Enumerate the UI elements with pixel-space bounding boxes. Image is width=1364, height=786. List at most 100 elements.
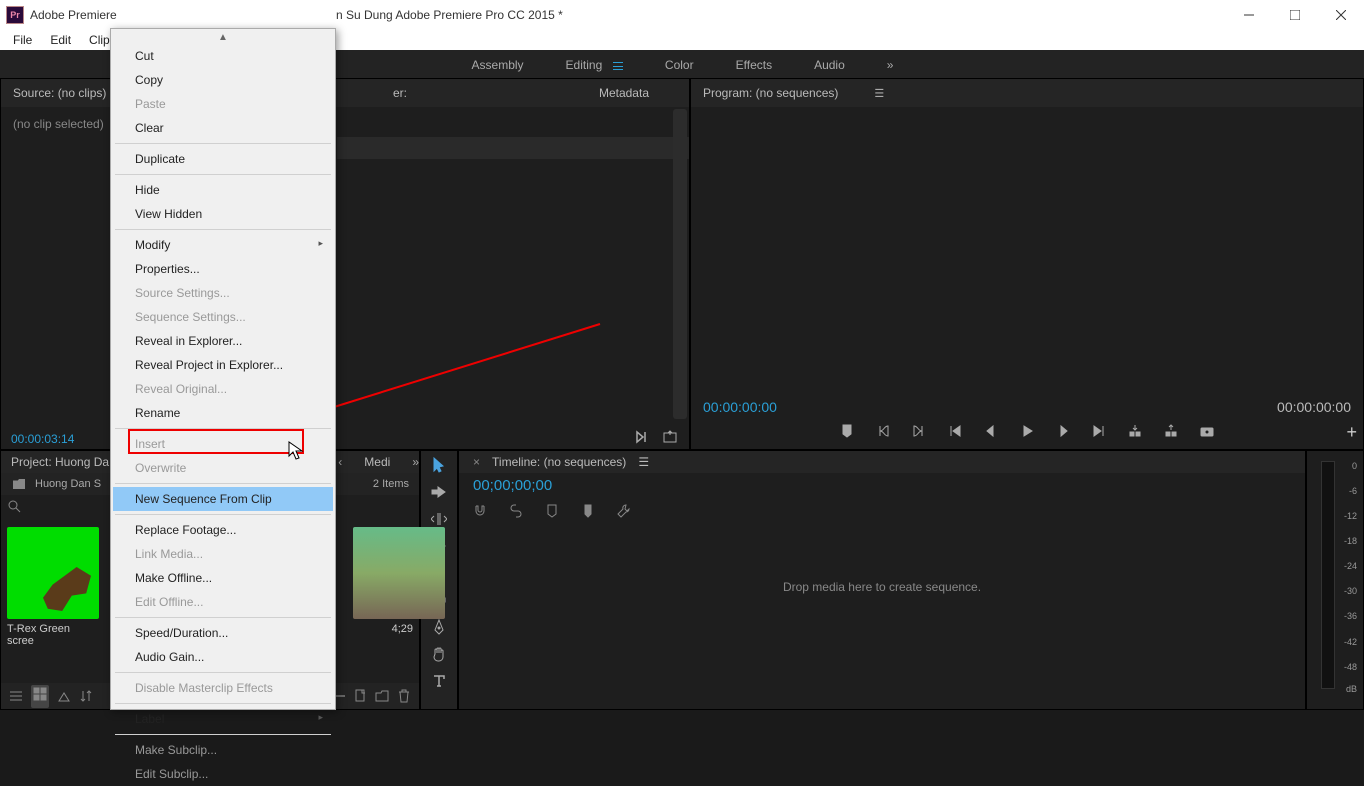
workspace-menu-icon[interactable] [613,62,623,70]
context-separator [115,672,331,673]
context-item-edit-subclip: Edit Subclip... [113,762,333,786]
menu-file[interactable]: File [4,31,41,49]
timeline-tab[interactable]: Timeline: (no sequences) [492,455,626,469]
overflow-icon[interactable]: » [412,455,419,469]
context-item-properties[interactable]: Properties... [113,257,333,281]
workspace-editing[interactable]: Editing [566,58,623,72]
context-item-modify[interactable]: Modify [113,233,333,257]
selection-tool-icon[interactable] [431,457,447,473]
audio-tick: -42 [1337,637,1357,647]
audio-tick: -12 [1337,511,1357,521]
hand-tool-icon[interactable] [431,646,447,662]
context-item-disable-masterclip-effects: Disable Masterclip Effects [113,676,333,700]
audio-tick: -6 [1337,486,1357,496]
workspace-audio[interactable]: Audio [814,58,845,72]
marker-icon[interactable] [840,424,854,438]
context-item-audio-gain[interactable]: Audio Gain... [113,645,333,669]
thumbnail-label: T-Rex Green scree [7,623,99,647]
sort-icon[interactable] [79,689,93,703]
context-item-rename[interactable]: Rename [113,401,333,425]
timeline-timecode: 00;00;00;00 [459,473,1305,498]
context-item-view-hidden[interactable]: View Hidden [113,202,333,226]
workspace-effects[interactable]: Effects [736,58,772,72]
context-item-link-media: Link Media... [113,542,333,566]
out-point-icon[interactable] [912,424,926,438]
tag-icon[interactable] [581,504,595,518]
insert-icon[interactable] [635,430,649,444]
new-bin-icon[interactable] [375,689,389,703]
context-item-edit-offline: Edit Offline... [113,590,333,614]
trash-icon[interactable] [397,689,411,703]
context-item-hide[interactable]: Hide [113,178,333,202]
media-tab[interactable]: Medi [364,455,390,469]
menu-edit[interactable]: Edit [41,31,80,49]
close-button[interactable] [1318,0,1364,30]
context-item-label[interactable]: Label [113,707,333,731]
type-tool-icon[interactable] [431,673,447,689]
program-tab[interactable]: Program: (no sequences) [703,86,838,100]
metadata-tab[interactable]: Metadata [599,86,649,100]
effects-tab-partial[interactable]: er: [393,86,407,100]
context-item-reveal-project-in-explorer[interactable]: Reveal Project in Explorer... [113,353,333,377]
context-item-make-offline[interactable]: Make Offline... [113,566,333,590]
context-item-overwrite: Overwrite [113,456,333,480]
context-item-duplicate[interactable]: Duplicate [113,147,333,171]
project-crumb[interactable]: Huong Dan S [35,478,101,490]
source-timecode: 00:00:03:14 [11,432,74,446]
scrollbar[interactable] [673,109,687,419]
export-frame-icon[interactable] [663,430,677,444]
go-to-out-icon[interactable] [1092,424,1106,438]
context-item-reveal-in-explorer[interactable]: Reveal in Explorer... [113,329,333,353]
step-forward-icon[interactable] [1056,424,1070,438]
project-thumbnail[interactable]: T-Rex Green scree [7,527,99,647]
context-separator [115,617,331,618]
context-item-copy[interactable]: Copy [113,68,333,92]
audio-meter-bar [1321,461,1335,689]
search-icon[interactable] [7,499,21,513]
program-panel: Program: (no sequences) ☰ 00:00:00:00 00… [690,78,1364,450]
context-item-clear[interactable]: Clear [113,116,333,140]
panel-menu-icon[interactable]: ☰ [874,87,884,100]
wrench-icon[interactable] [617,504,631,518]
step-back-icon[interactable] [984,424,998,438]
project-tab[interactable]: Project: Huong Da [11,455,109,469]
context-item-sequence-settings: Sequence Settings... [113,305,333,329]
project-thumbnail[interactable]: 4;29 [353,527,413,647]
play-icon[interactable] [1020,424,1034,438]
icon-view-icon[interactable] [33,687,47,701]
workspace-assembly[interactable]: Assembly [472,58,524,72]
context-menu: ▲ CutCopyPasteClearDuplicateHideView Hid… [110,28,336,710]
source-tab[interactable]: Source: (no clips) [13,86,106,100]
workspace-color[interactable]: Color [665,58,694,72]
minimize-button[interactable] [1226,0,1272,30]
in-point-icon[interactable] [876,424,890,438]
context-item-cut[interactable]: Cut [113,44,333,68]
context-separator [115,428,331,429]
ripple-edit-icon[interactable] [431,511,447,527]
workspace-overflow-icon[interactable]: » [887,58,893,72]
go-to-in-icon[interactable] [948,424,962,438]
track-select-icon[interactable] [431,484,447,500]
snap-icon[interactable] [473,504,487,518]
marker-add-icon[interactable] [545,504,559,518]
lift-icon[interactable] [1128,424,1142,438]
add-button-icon[interactable]: + [1346,422,1357,443]
context-item-speed-duration[interactable]: Speed/Duration... [113,621,333,645]
camera-icon[interactable] [1200,424,1214,438]
context-item-replace-footage[interactable]: Replace Footage... [113,518,333,542]
maximize-button[interactable] [1272,0,1318,30]
pen-tool-icon[interactable] [431,619,447,635]
program-timecode-left: 00:00:00:00 [703,399,777,415]
new-item-icon[interactable] [353,689,367,703]
context-item-insert: Insert [113,432,333,456]
extract-icon[interactable] [1164,424,1178,438]
panel-menu-icon[interactable]: ☰ [638,455,649,469]
linked-selection-icon[interactable] [509,504,523,518]
context-item-make-subclip: Make Subclip... [113,738,333,762]
context-separator [115,734,331,735]
freeform-view-icon[interactable] [57,689,71,703]
context-item-new-sequence-from-clip[interactable]: New Sequence From Clip [113,487,333,511]
list-view-icon[interactable] [9,689,23,703]
audio-tick: -18 [1337,536,1357,546]
scroll-up-icon[interactable]: ▲ [113,31,333,44]
